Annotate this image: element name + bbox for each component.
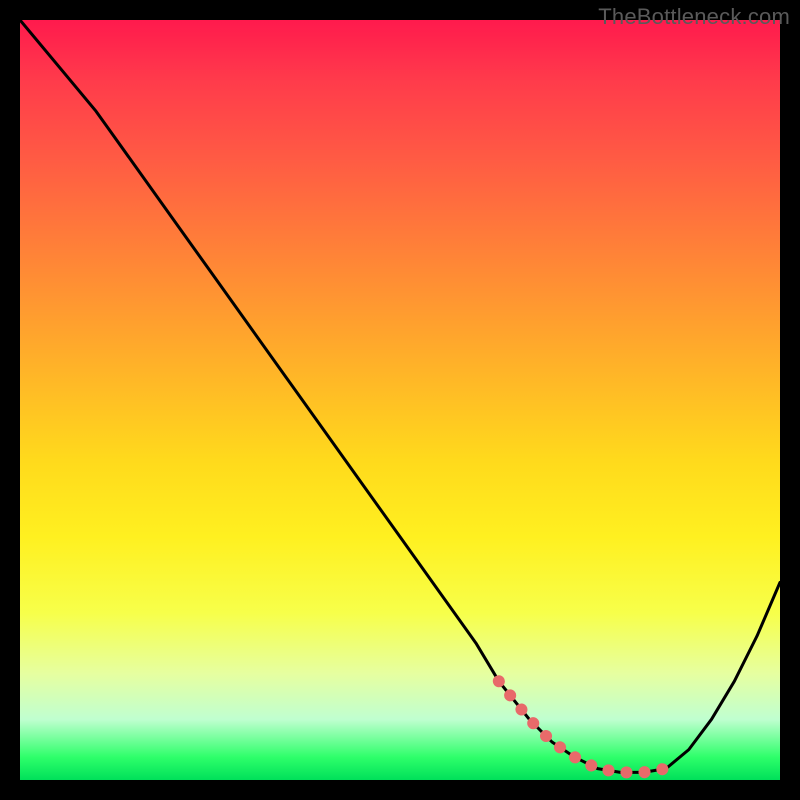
plot-area	[20, 20, 780, 780]
chart-frame: TheBottleneck.com	[0, 0, 800, 800]
chart-paths	[20, 20, 780, 772]
watermark-text: TheBottleneck.com	[598, 4, 790, 30]
chart-svg	[20, 20, 780, 780]
curve-highlight	[499, 681, 666, 772]
curve-line	[20, 20, 780, 772]
